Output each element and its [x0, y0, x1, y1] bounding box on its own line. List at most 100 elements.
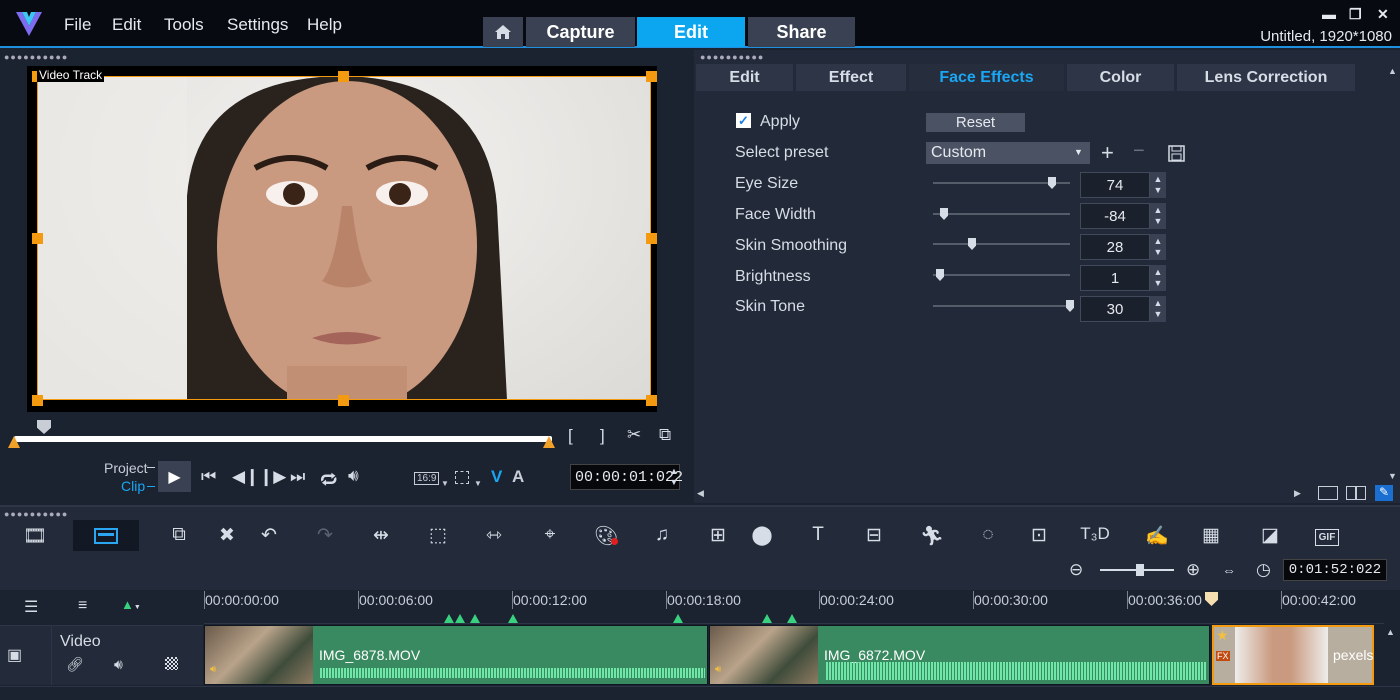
tab-lens-correction[interactable]: Lens Correction: [1177, 64, 1355, 91]
add-preset-icon[interactable]: +: [1101, 140, 1114, 166]
resize-handle[interactable]: [646, 71, 657, 82]
tools-icon[interactable]: ✖: [212, 524, 242, 547]
brightness-stepper[interactable]: ▲ ▼: [1150, 265, 1166, 291]
track-manager-icon[interactable]: ☰: [24, 597, 38, 617]
eye-size-input[interactable]: 74: [1080, 172, 1150, 198]
edit-options-icon[interactable]: ✎: [1375, 485, 1393, 501]
cue-marker[interactable]: [444, 614, 454, 623]
ripple-edit-icon[interactable]: ⇿: [479, 524, 509, 547]
tab-face-effects[interactable]: Face Effects: [909, 64, 1064, 91]
timecode-field[interactable]: 00:00:01:022: [570, 464, 683, 490]
panel-grip[interactable]: ●●●●●●●●●●: [700, 52, 764, 62]
scroll-down-icon[interactable]: ▼: [1388, 471, 1397, 481]
painting-creator-icon[interactable]: ✍: [1142, 524, 1172, 548]
zoom-slider-thumb[interactable]: [1136, 564, 1144, 576]
menu-help[interactable]: Help: [307, 15, 342, 35]
go-to-end-icon[interactable]: ⏭: [290, 467, 305, 487]
cue-marker[interactable]: [508, 614, 518, 623]
zoom-out-icon[interactable]: ⊖: [1069, 560, 1083, 580]
multi-camera-icon[interactable]: ⊞: [703, 524, 733, 547]
split-screen-icon[interactable]: ⊟: [859, 524, 889, 547]
color-grading-icon[interactable]: 🎨︎: [591, 524, 621, 548]
brightness-slider[interactable]: [933, 274, 1070, 276]
menu-edit[interactable]: Edit: [112, 15, 141, 35]
track-volume-icon[interactable]: 🔊︎: [114, 656, 123, 673]
previous-frame-icon[interactable]: ◀❙: [232, 467, 259, 487]
volume-icon[interactable]: 🔊︎: [348, 466, 359, 486]
home-button[interactable]: [483, 17, 523, 47]
tab-effect[interactable]: Effect: [796, 64, 906, 91]
add-chapter-icon[interactable]: ≡: [78, 597, 87, 615]
skin-smoothing-slider[interactable]: [933, 243, 1070, 245]
skin-smoothing-input[interactable]: 28: [1080, 234, 1150, 260]
cue-marker[interactable]: [787, 614, 797, 623]
link-icon[interactable]: 🔗︎: [66, 656, 84, 673]
storyboard-view-icon[interactable]: 🎞︎: [20, 524, 50, 548]
skin-tone-input[interactable]: 30: [1080, 296, 1150, 322]
cue-marker[interactable]: [673, 614, 683, 623]
tab-color[interactable]: Color: [1067, 64, 1174, 91]
audio-mixer-icon[interactable]: ♫: [647, 524, 677, 546]
highlight-reel-icon[interactable]: ◪: [1255, 524, 1285, 547]
menu-tools[interactable]: Tools: [164, 15, 204, 35]
tab-capture[interactable]: Capture: [526, 17, 635, 47]
trim-end-marker[interactable]: [543, 436, 555, 448]
close-icon[interactable]: ✕: [1377, 6, 1389, 23]
title-editor-icon[interactable]: T: [803, 524, 833, 546]
project-mode-label[interactable]: Project: [104, 460, 148, 476]
face-width-slider[interactable]: [933, 213, 1070, 215]
enlarge-preview-icon[interactable]: ⧉: [659, 425, 671, 445]
scroll-up-icon[interactable]: ▲: [1388, 66, 1397, 76]
undo-icon[interactable]: ↶: [254, 524, 284, 547]
scroll-up-icon[interactable]: ▲: [1386, 627, 1395, 637]
mask-creator-icon[interactable]: ⬤: [747, 524, 777, 547]
timeline-view-button[interactable]: [73, 520, 139, 551]
aspect-ratio-button[interactable]: 16:9: [414, 472, 440, 485]
morph-icon[interactable]: ◌: [973, 524, 1003, 546]
face-width-stepper[interactable]: ▲ ▼: [1150, 203, 1166, 229]
skin-tone-slider[interactable]: [933, 305, 1070, 307]
import-media-icon[interactable]: ⧉: [164, 524, 194, 546]
scroll-left-icon[interactable]: ◀: [697, 488, 704, 499]
go-to-start-icon[interactable]: ⏮: [201, 467, 216, 487]
chevron-down-icon[interactable]: ▼: [441, 479, 449, 488]
crop-icon[interactable]: ⊡: [1024, 524, 1054, 547]
cue-marker[interactable]: [470, 614, 480, 623]
3d-title-icon[interactable]: T₃D: [1080, 524, 1110, 544]
record-screen-icon[interactable]: ⬚: [423, 524, 453, 547]
fit-timeline-icon[interactable]: ⇔: [1222, 562, 1236, 578]
cue-marker[interactable]: [455, 614, 465, 623]
fit-project-icon[interactable]: ⇹: [366, 524, 396, 547]
skin-tone-stepper[interactable]: ▲ ▼: [1150, 296, 1166, 322]
tab-edit[interactable]: Edit: [637, 17, 745, 47]
scrubber-track[interactable]: [14, 436, 552, 442]
gif-creator-icon[interactable]: GIF: [1315, 529, 1339, 546]
tab-edit-options[interactable]: Edit: [696, 64, 793, 91]
track-motion-icon[interactable]: ⌖: [535, 524, 565, 546]
resize-handle[interactable]: [646, 395, 657, 406]
layout-split-icon[interactable]: [1346, 486, 1366, 500]
transparency-icon[interactable]: [165, 657, 178, 670]
face-width-input[interactable]: -84: [1080, 203, 1150, 229]
brightness-input[interactable]: 1: [1080, 265, 1150, 291]
motion-icon[interactable]: 🏃︎: [917, 524, 947, 548]
trim-start-marker[interactable]: [8, 436, 20, 448]
resize-handle[interactable]: [32, 233, 43, 244]
zoom-in-icon[interactable]: ⊕: [1186, 560, 1200, 580]
chevron-down-icon[interactable]: ▼: [474, 479, 482, 488]
tab-share[interactable]: Share: [748, 17, 855, 47]
resize-handle[interactable]: [338, 395, 349, 406]
mark-in-icon[interactable]: [: [568, 426, 573, 446]
resize-handle[interactable]: [32, 395, 43, 406]
video-mode-icon[interactable]: V: [491, 467, 502, 487]
skin-smoothing-stepper[interactable]: ▲ ▼: [1150, 234, 1166, 260]
preset-dropdown[interactable]: Custom: [926, 142, 1090, 164]
mark-out-icon[interactable]: ]: [600, 426, 605, 446]
reset-button[interactable]: Reset: [926, 113, 1025, 132]
layout-small-icon[interactable]: [1318, 486, 1338, 500]
apply-checkbox[interactable]: ✓: [736, 113, 751, 128]
minimize-icon[interactable]: ▬: [1322, 6, 1336, 22]
menu-settings[interactable]: Settings: [227, 15, 288, 35]
cue-marker[interactable]: [762, 614, 772, 623]
audio-mode-icon[interactable]: A: [512, 467, 524, 487]
